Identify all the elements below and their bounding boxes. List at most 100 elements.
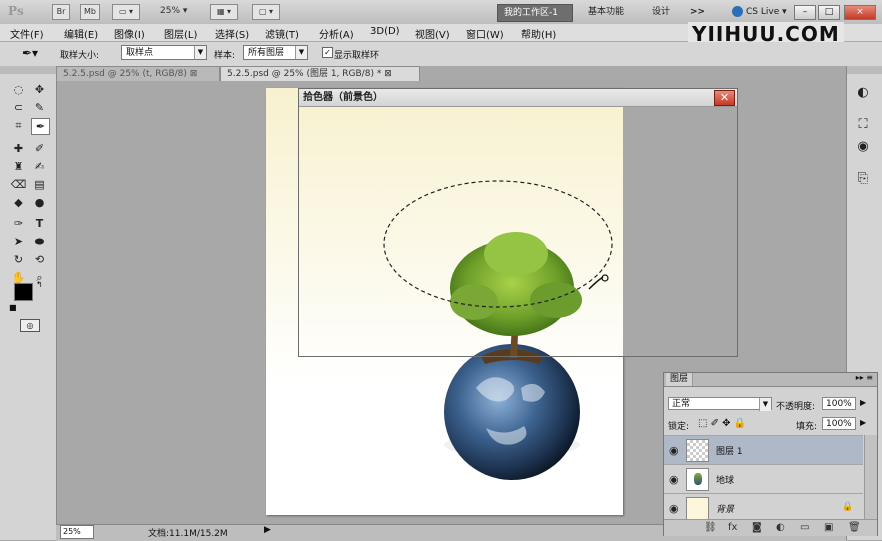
sample-label: 样本:	[214, 51, 236, 61]
tools-panel: ◌ ✥ ⊂ ✎ ⌗ ✒ ✚ ✐ ♜ ✍ ⌫ ▤ ◆ ● ✑ T ➤ ⬬ ↻ ⟲ …	[0, 66, 57, 540]
menu-view[interactable]: 视图(V)	[415, 26, 450, 41]
history-brush-tool-icon[interactable]: ✍	[31, 159, 48, 174]
arrange-documents-button[interactable]: ▦ ▾	[210, 4, 238, 20]
color-picker-dialog[interactable]: 拾色器（前景色） ✕	[298, 88, 738, 357]
sample-size-select[interactable]: 取样点 ▼	[121, 45, 207, 60]
status-menu-arrow[interactable]: ▶	[264, 525, 271, 535]
layer-thumbnail	[686, 497, 709, 520]
menu-edit[interactable]: 编辑(E)	[64, 26, 98, 41]
pen-tool-icon[interactable]: ✑	[10, 216, 27, 231]
fill-input[interactable]: 100%	[822, 417, 856, 430]
eraser-tool-icon[interactable]: ⌫	[10, 177, 27, 192]
eyedropper-icon[interactable]: ✒▾	[22, 46, 38, 60]
menu-file[interactable]: 文件(F)	[10, 26, 44, 41]
link-layers-icon[interactable]: ⛓	[704, 522, 717, 533]
quick-select-tool-icon[interactable]: ✎	[31, 100, 48, 115]
earth-globe	[444, 344, 580, 480]
layers-panel-header: 图层 ▸▸ ≡	[664, 373, 877, 387]
path-select-tool-icon[interactable]: ➤	[10, 234, 27, 249]
layer-row-background[interactable]: ◉ 背景 🔒	[664, 493, 863, 522]
shape-tool-icon[interactable]: ⬬	[31, 234, 48, 249]
layer-thumbnail	[686, 439, 709, 462]
layer-name[interactable]: 图层 1	[716, 444, 743, 457]
document-tab-1[interactable]: 5.2.5.psd @ 25% (t, RGB/8) ⊠	[56, 66, 220, 81]
layer-name[interactable]: 地球	[716, 473, 734, 486]
lock-label: 锁定:	[668, 422, 690, 432]
swap-colors-icon[interactable]: ↰	[36, 280, 43, 289]
crop-tool-icon[interactable]: ⌗	[10, 118, 27, 133]
gradient-tool-icon[interactable]: ▤	[31, 177, 48, 192]
menu-layer[interactable]: 图层(L)	[164, 26, 197, 41]
default-colors-icon[interactable]: ■	[9, 303, 17, 312]
menu-select[interactable]: 选择(S)	[215, 26, 249, 41]
3d-orbit-tool-icon[interactable]: ⟲	[31, 252, 48, 267]
restore-button[interactable]: □	[818, 5, 840, 20]
close-button[interactable]: ×	[844, 5, 876, 20]
document-tab-2[interactable]: 5.2.5.psd @ 25% (图层 1, RGB/8) * ⊠	[220, 66, 420, 81]
new-group-icon[interactable]: ▭	[800, 522, 809, 533]
tools-panel-grip[interactable]	[0, 66, 56, 74]
opacity-input[interactable]: 100%	[822, 397, 856, 410]
sample-select[interactable]: 所有图层 ▼	[243, 45, 308, 60]
layers-scrollbar[interactable]	[864, 435, 877, 519]
panel-dock-grip[interactable]	[847, 66, 882, 74]
menu-3d[interactable]: 3D(D)	[370, 26, 400, 37]
visibility-eye-icon[interactable]: ◉	[669, 473, 679, 486]
dodge-tool-icon[interactable]: ●	[31, 195, 48, 210]
brush-tool-icon[interactable]: ✐	[31, 141, 48, 156]
blend-mode-select[interactable]: 正常 ▼	[668, 397, 772, 411]
menu-help[interactable]: 帮助(H)	[521, 26, 556, 41]
tab-close-icon[interactable]: ⊠	[190, 69, 198, 79]
tab-layers[interactable]: 图层	[666, 373, 694, 386]
panel-menu-icon[interactable]: ▸▸ ≡	[856, 373, 873, 382]
foreground-color-swatch[interactable]	[14, 283, 33, 301]
lock-icons[interactable]: ⬚ ✐ ✥ 🔒	[698, 418, 746, 429]
menu-image[interactable]: 图像(I)	[114, 26, 145, 41]
add-mask-icon[interactable]: ◙	[752, 522, 762, 533]
layer-row-earth[interactable]: ◉ 地球	[664, 464, 863, 493]
layers-panel: 图层 ▸▸ ≡ 正常 ▼ 不透明度: 100% ▶ 锁定: ⬚ ✐ ✥ 🔒 填充:…	[663, 372, 878, 536]
sample-size-label: 取样大小:	[60, 51, 100, 61]
blur-tool-icon[interactable]: ◆	[10, 195, 27, 210]
view-extras-button[interactable]: ▭ ▾	[112, 4, 140, 20]
adjustment-layer-icon[interactable]: ◐	[776, 522, 785, 533]
adjustments-panel-icon[interactable]: ⛶	[852, 116, 874, 134]
lasso-tool-icon[interactable]: ⊂	[10, 100, 27, 115]
eyedropper-tool-icon[interactable]: ✒	[31, 118, 50, 135]
cs-live-button[interactable]: CS Live ▾	[726, 4, 793, 20]
workspace-more-button[interactable]: >>	[684, 4, 711, 20]
screen-mode-button[interactable]: ▢ ▾	[252, 4, 280, 20]
history-panel-icon[interactable]: ⎘	[852, 170, 874, 188]
workspace-basic[interactable]: 基本功能	[582, 4, 630, 20]
stamp-tool-icon[interactable]: ♜	[10, 159, 27, 174]
layer-row-layer1[interactable]: ◉ 图层 1	[664, 435, 863, 464]
fill-arrow[interactable]: ▶	[860, 418, 866, 427]
layer-style-icon[interactable]: fx	[728, 522, 737, 533]
3d-rotate-tool-icon[interactable]: ↻	[10, 252, 27, 267]
marquee-tool-icon[interactable]: ◌	[10, 82, 27, 97]
delete-layer-icon[interactable]: 🗑	[848, 522, 861, 533]
layer-name[interactable]: 背景	[716, 502, 734, 515]
menu-analysis[interactable]: 分析(A)	[319, 26, 354, 41]
navigator-panel-icon[interactable]: ◐	[852, 84, 874, 102]
visibility-eye-icon[interactable]: ◉	[669, 502, 679, 515]
status-zoom-field[interactable]: 25%	[60, 525, 94, 539]
menu-window[interactable]: 窗口(W)	[466, 26, 504, 41]
masks-panel-icon[interactable]: ◉	[852, 138, 874, 156]
move-tool-icon[interactable]: ✥	[31, 82, 48, 97]
type-tool-icon[interactable]: T	[31, 216, 48, 231]
bridge-button[interactable]: Br	[52, 4, 70, 20]
menu-filter[interactable]: 滤镜(T)	[265, 26, 299, 41]
workspace-active[interactable]: 我的工作区-1	[497, 4, 573, 22]
minimize-button[interactable]: –	[794, 5, 816, 20]
healing-tool-icon[interactable]: ✚	[10, 141, 27, 156]
mini-bridge-button[interactable]: Mb	[80, 4, 100, 20]
visibility-eye-icon[interactable]: ◉	[669, 444, 679, 457]
show-ring-checkbox[interactable]: ✓	[322, 47, 333, 58]
tab-close-icon[interactable]: ⊠	[384, 69, 392, 79]
workspace-design[interactable]: 设计	[646, 4, 676, 20]
quick-mask-icon[interactable]: ◎	[20, 319, 40, 332]
opacity-arrow[interactable]: ▶	[860, 398, 866, 407]
new-layer-icon[interactable]: ▣	[824, 522, 833, 533]
zoom-level-select[interactable]: 25% ▾	[160, 6, 187, 16]
